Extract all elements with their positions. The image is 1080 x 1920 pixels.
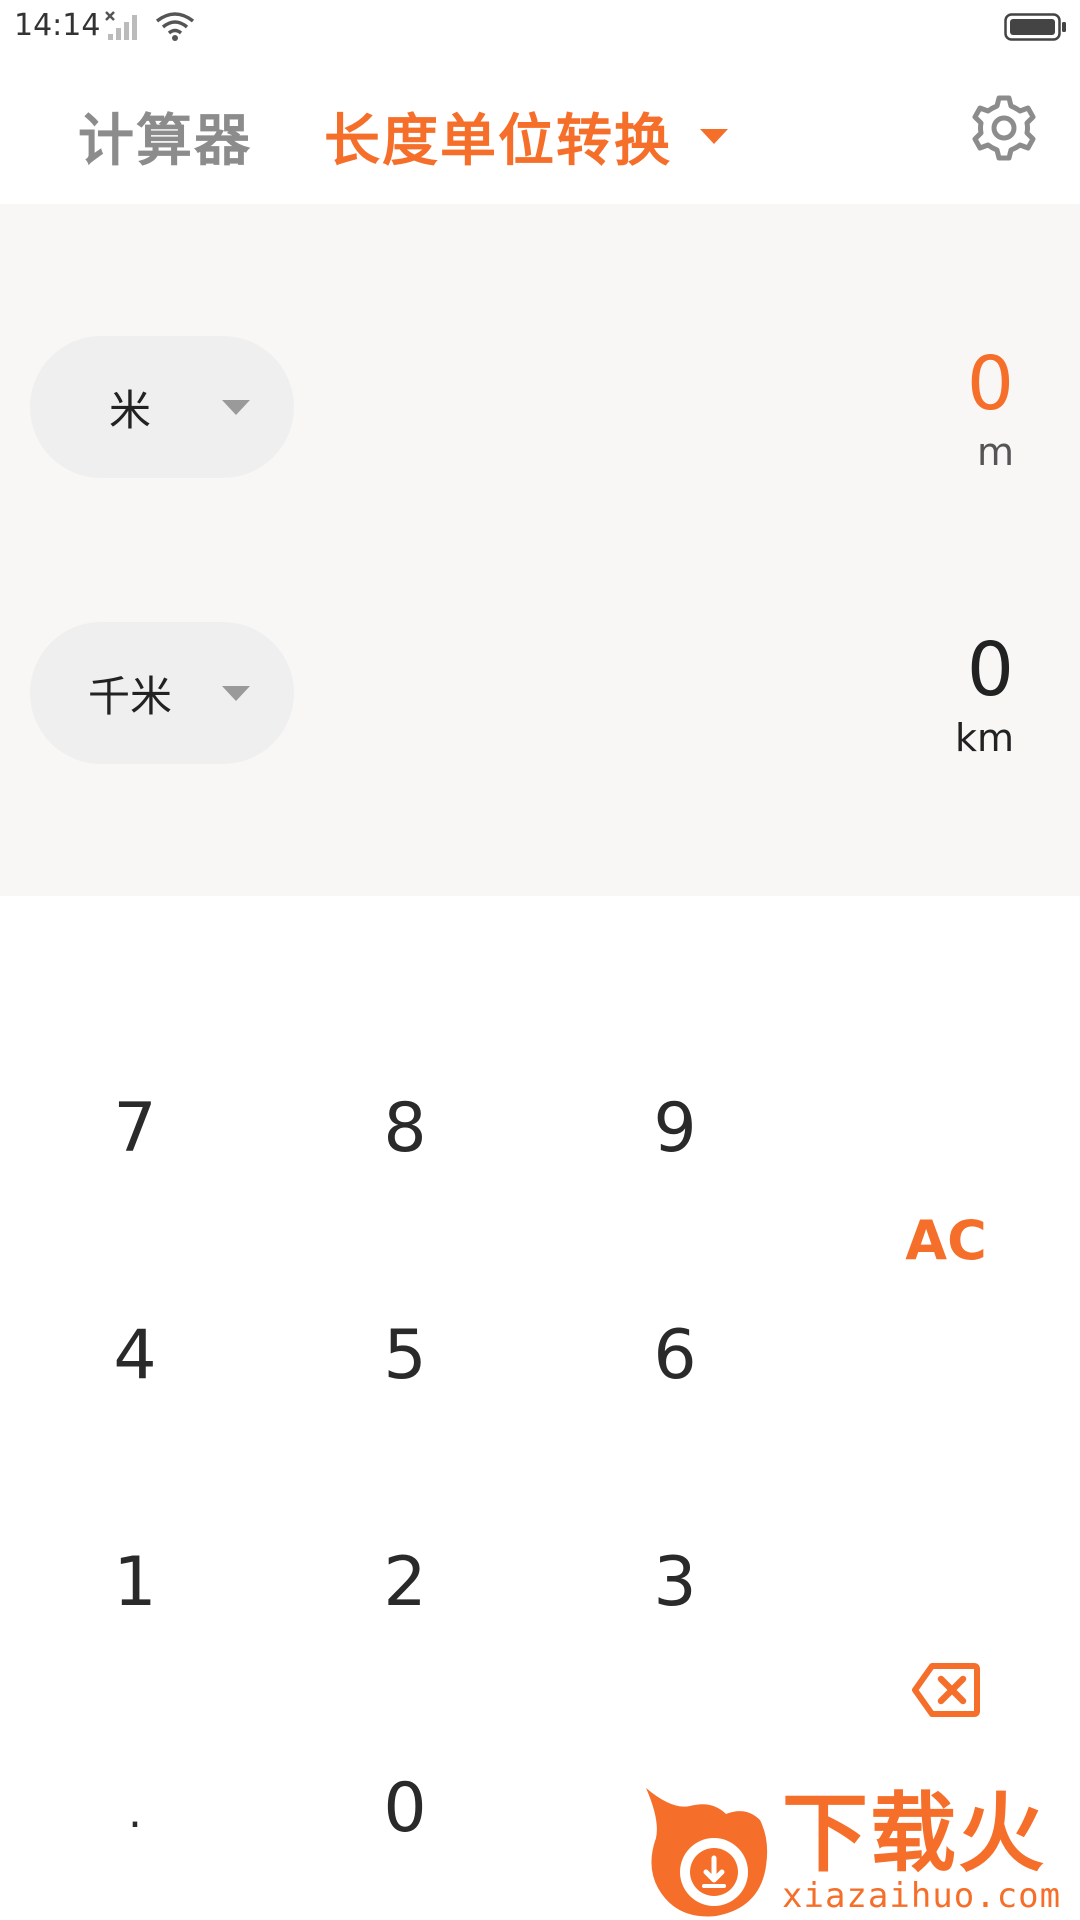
key-3[interactable]: 3 xyxy=(595,1522,755,1642)
from-value-display[interactable]: 0 m xyxy=(967,342,1014,474)
to-unit-symbol: km xyxy=(954,716,1014,760)
wifi-icon xyxy=(155,12,195,41)
to-value: 0 xyxy=(966,627,1014,713)
to-unit-label: 千米 xyxy=(87,671,172,721)
from-unit-selector[interactable]: 米 xyxy=(30,336,294,478)
watermark-url: xiazaihuo.com xyxy=(782,1876,1062,1916)
from-unit-label: 米 xyxy=(108,385,151,435)
to-value-display[interactable]: 0 km xyxy=(955,628,1014,760)
key-7[interactable]: 7 xyxy=(55,1068,215,1188)
key-6[interactable]: 6 xyxy=(595,1295,755,1415)
key-0[interactable]: 0 xyxy=(325,1748,485,1868)
key-decimal[interactable]: . xyxy=(55,1752,215,1872)
status-bar: 14:14 xyxy=(0,0,1080,56)
flame-download-logo-icon xyxy=(646,1788,768,1917)
chevron-down-icon xyxy=(222,686,250,701)
key-4[interactable]: 4 xyxy=(55,1295,215,1415)
tab-calculator[interactable]: 计算器 xyxy=(78,96,252,177)
key-5[interactable]: 5 xyxy=(325,1295,485,1415)
tab-calculator-label: 计算器 xyxy=(78,109,252,174)
from-value: 0 xyxy=(966,341,1014,427)
tab-length-converter-label: 长度单位转换 xyxy=(324,109,672,174)
tab-length-converter[interactable]: 长度单位转换 xyxy=(324,96,728,177)
key-9[interactable]: 9 xyxy=(595,1068,755,1188)
battery-icon xyxy=(1004,13,1066,41)
gear-icon xyxy=(972,95,1036,161)
backspace-button[interactable] xyxy=(866,1630,1026,1750)
signal-icon xyxy=(105,11,137,40)
key-2[interactable]: 2 xyxy=(325,1522,485,1642)
app-header: 计算器 长度单位转换 xyxy=(0,56,1080,204)
watermark: 下载火 xiazaihuo.com xyxy=(640,1780,1080,1920)
watermark-title: 下载火 xyxy=(782,1784,1046,1884)
clear-button[interactable]: AC xyxy=(866,1180,1026,1300)
status-time: 14:14 xyxy=(14,8,101,43)
settings-button[interactable] xyxy=(964,88,1044,168)
from-unit-symbol: m xyxy=(976,430,1014,474)
key-8[interactable]: 8 xyxy=(325,1068,485,1188)
backspace-icon xyxy=(912,1663,980,1717)
to-unit-selector[interactable]: 千米 xyxy=(30,622,294,764)
conversion-panel: 米 0 m 千米 0 km xyxy=(0,204,1080,896)
key-1[interactable]: 1 xyxy=(55,1522,215,1642)
chevron-down-icon xyxy=(222,400,250,415)
chevron-down-icon xyxy=(700,129,728,144)
